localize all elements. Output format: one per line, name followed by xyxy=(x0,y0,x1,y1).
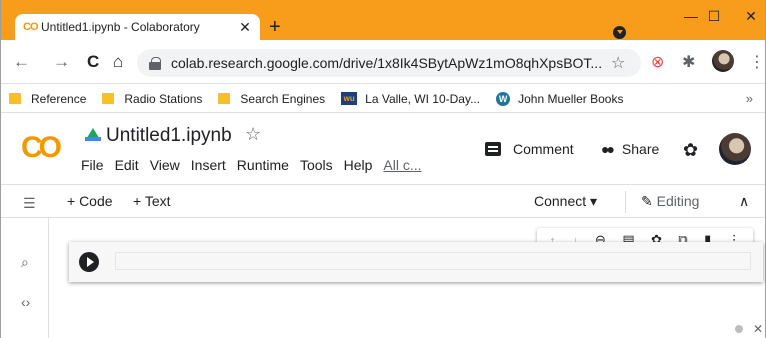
profile-indicator-icon[interactable] xyxy=(613,26,626,39)
status-area: ✕ xyxy=(735,322,763,336)
bookmarks-overflow-icon[interactable]: » xyxy=(746,91,753,106)
folder-icon xyxy=(102,93,115,104)
lock-icon[interactable] xyxy=(149,57,161,70)
url-text[interactable]: colab.research.google.com/drive/1x8Ik4SB… xyxy=(171,55,611,71)
bookmarks-bar: Reference Radio Stations Search Engines … xyxy=(1,85,765,113)
share-label: Share xyxy=(621,141,660,157)
bookmark-reference[interactable]: Reference xyxy=(9,92,86,106)
comment-button[interactable]: Comment xyxy=(485,141,574,157)
status-dot-icon xyxy=(735,325,743,333)
star-notebook-icon[interactable]: ☆ xyxy=(245,124,261,145)
toolbar-divider xyxy=(625,191,626,213)
bookmark-label: Search Engines xyxy=(240,91,326,106)
reload-icon[interactable]: C xyxy=(87,52,99,72)
url-field[interactable]: colab.research.google.com/drive/1x8Ik4SB… xyxy=(137,49,641,77)
bookmark-label: Reference xyxy=(31,91,87,106)
bookmark-label: La Valle, WI 10-Day... xyxy=(365,91,481,106)
comment-label: Comment xyxy=(513,141,574,157)
colab-logo[interactable]: CO xyxy=(21,133,62,163)
menu-file[interactable]: File xyxy=(81,157,104,173)
share-button[interactable]: ●● Share xyxy=(601,141,659,157)
comment-icon xyxy=(485,142,501,156)
bookmark-john-mueller-books[interactable]: W John Mueller Books xyxy=(496,91,624,106)
bookmark-la-valle-weather[interactable]: wu La Valle, WI 10-Day... xyxy=(341,92,480,106)
forward-icon[interactable]: → xyxy=(53,52,70,72)
editing-label: Editing xyxy=(656,193,700,209)
people-icon: ●● xyxy=(601,141,615,157)
bookmark-label: Radio Stations xyxy=(124,91,203,106)
pencil-icon: ✎ xyxy=(641,193,657,209)
colab-favicon-icon: CO xyxy=(23,21,39,33)
add-text-cell-button[interactable]: + Text xyxy=(133,193,171,209)
maximize-button[interactable]: ☐ xyxy=(700,8,728,28)
google-drive-icon[interactable] xyxy=(85,128,101,141)
weather-underground-icon: wu xyxy=(341,92,358,105)
close-status-icon[interactable]: ✕ xyxy=(753,322,763,336)
address-bar: ← → C ⌂ colab.research.google.com/drive/… xyxy=(1,40,765,84)
new-tab-button[interactable]: + xyxy=(269,17,281,37)
collapse-header-icon[interactable]: ∧ xyxy=(739,193,749,210)
close-window-button[interactable]: ✕ xyxy=(737,8,765,28)
menu-runtime[interactable]: Runtime xyxy=(237,157,289,173)
run-cell-button[interactable] xyxy=(79,252,99,272)
menu-help[interactable]: Help xyxy=(344,157,373,173)
user-avatar[interactable] xyxy=(719,133,751,165)
browser-menu-icon[interactable]: ⋮ xyxy=(749,52,765,72)
code-snippets-icon[interactable]: ‹› xyxy=(21,294,30,310)
bookmark-radio-stations[interactable]: Radio Stations xyxy=(102,92,202,106)
connect-runtime-button[interactable]: Connect ▾ xyxy=(534,193,597,210)
menu-tools[interactable]: Tools xyxy=(300,157,333,173)
browser-window: CO Untitled1.ipynb - Colaboratory ✕ + — … xyxy=(0,0,766,338)
menu-view[interactable]: View xyxy=(150,157,180,173)
back-icon[interactable]: ← xyxy=(13,52,30,72)
browser-tab[interactable]: CO Untitled1.ipynb - Colaboratory ✕ xyxy=(15,14,260,40)
extension-icon[interactable]: ⊗ xyxy=(651,52,664,72)
browser-profile-avatar[interactable] xyxy=(712,50,734,72)
home-icon[interactable]: ⌂ xyxy=(113,52,123,72)
code-cell[interactable] xyxy=(69,242,763,282)
extensions-puzzle-icon[interactable]: ✱ xyxy=(682,52,695,72)
folder-icon xyxy=(9,93,21,104)
editing-mode-button[interactable]: ✎ Editing xyxy=(641,193,699,210)
colab-header: CO Untitled1.ipynb ☆ File Edit View Inse… xyxy=(1,114,765,184)
settings-gear-icon[interactable]: ✿ xyxy=(683,140,698,161)
all-changes-saved-link[interactable]: All c... xyxy=(383,157,421,173)
notebook-title[interactable]: Untitled1.ipynb xyxy=(106,125,232,147)
folder-icon xyxy=(218,93,231,104)
table-of-contents-icon[interactable]: ☰ xyxy=(23,195,36,212)
code-editor[interactable] xyxy=(115,252,751,270)
bookmark-search-engines[interactable]: Search Engines xyxy=(218,92,325,106)
add-code-cell-button[interactable]: + Code xyxy=(67,193,113,209)
menu-insert[interactable]: Insert xyxy=(191,157,226,173)
tab-title: Untitled1.ipynb - Colaboratory xyxy=(41,20,200,34)
tab-bar: CO Untitled1.ipynb - Colaboratory ✕ + — … xyxy=(1,0,765,40)
colab-menu-bar: File Edit View Insert Runtime Tools Help… xyxy=(81,157,433,173)
bookmark-label: John Mueller Books xyxy=(518,91,624,106)
wordpress-icon: W xyxy=(496,91,511,106)
left-side-rail: ⌕ ‹› xyxy=(1,218,49,338)
menu-edit[interactable]: Edit xyxy=(115,157,139,173)
bookmark-star-icon[interactable]: ☆ xyxy=(611,53,641,73)
tab-close-icon[interactable]: ✕ xyxy=(238,19,252,36)
notebook-toolbar: ☰ + Code + Text Connect ▾ ✎ Editing ∧ xyxy=(1,184,765,218)
search-icon[interactable]: ⌕ xyxy=(21,254,29,271)
